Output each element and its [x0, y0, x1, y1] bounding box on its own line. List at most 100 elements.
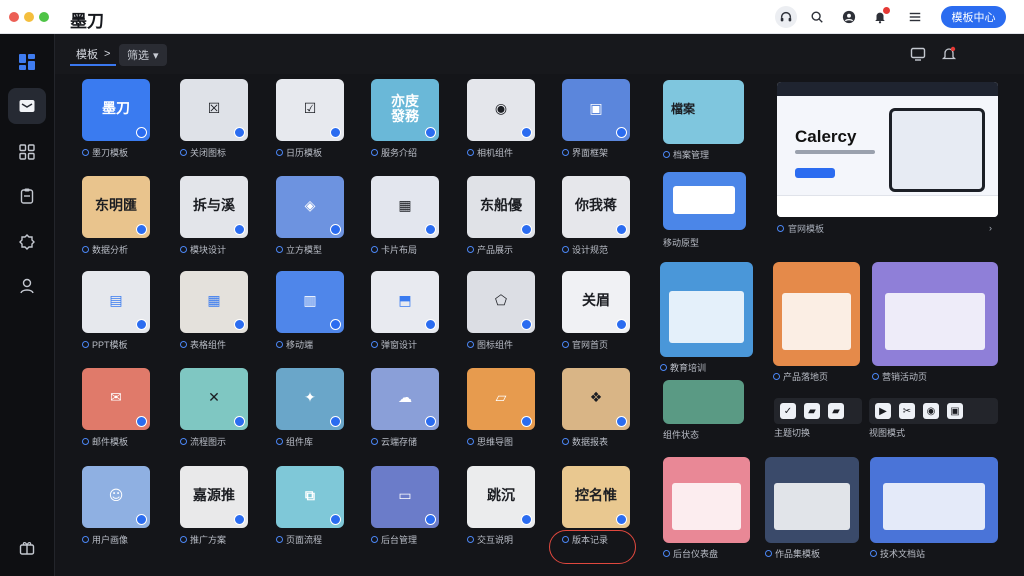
selected-indicator[interactable] — [616, 514, 627, 525]
toolbar-button[interactable]: ▰ — [828, 403, 844, 419]
template-tile[interactable]: ⬒ — [371, 271, 439, 333]
template-tile[interactable]: ▱ — [467, 368, 535, 430]
template-tile[interactable]: 亦庋 發務 — [371, 79, 439, 141]
menu-icon[interactable] — [904, 6, 926, 28]
bell-icon[interactable] — [941, 46, 957, 62]
template-preview[interactable] — [870, 457, 998, 543]
maximize-window-button[interactable] — [39, 12, 49, 22]
template-tile[interactable]: 你我蒋 — [562, 176, 630, 238]
selected-indicator[interactable] — [136, 514, 147, 525]
toolbar-button[interactable]: ◉ — [923, 403, 939, 419]
template-preview[interactable] — [773, 262, 860, 366]
template-tile[interactable]: ◉ — [467, 79, 535, 141]
template-tile[interactable]: ✉ — [82, 368, 150, 430]
headset-icon[interactable] — [775, 6, 797, 28]
toolbar-button[interactable]: ▣ — [947, 403, 963, 419]
tile-label: 表格组件 — [180, 338, 270, 351]
selected-indicator[interactable] — [425, 319, 436, 330]
message-icon[interactable] — [8, 88, 46, 124]
template-tile[interactable]: ☒ — [180, 79, 248, 141]
selected-indicator[interactable] — [425, 416, 436, 427]
template-tile[interactable]: ✦ — [276, 368, 344, 430]
toolbar-button[interactable]: ▰ — [804, 403, 820, 419]
selected-indicator[interactable] — [425, 224, 436, 235]
breadcrumb[interactable]: 模板 > — [70, 44, 117, 66]
template-tile[interactable]: ▥ — [276, 271, 344, 333]
template-tile[interactable]: ☺ — [82, 466, 150, 528]
selected-indicator[interactable] — [521, 127, 532, 138]
user-circle-icon[interactable] — [838, 6, 860, 28]
selected-indicator[interactable] — [616, 224, 627, 235]
selected-indicator[interactable] — [521, 514, 532, 525]
template-tile[interactable]: 东船優 — [467, 176, 535, 238]
gift-icon[interactable] — [8, 530, 46, 566]
template-tile[interactable]: ☑ — [276, 79, 344, 141]
template-tile[interactable]: ✕ — [180, 368, 248, 430]
template-tile[interactable]: ☁ — [371, 368, 439, 430]
template-tile[interactable]: ▤ — [82, 271, 150, 333]
search-icon[interactable] — [806, 6, 828, 28]
selected-indicator[interactable] — [521, 319, 532, 330]
template-tile[interactable]: 拆与溪 — [180, 176, 248, 238]
template-preview-hero[interactable]: Calercy — [777, 82, 998, 217]
template-preview[interactable] — [765, 457, 859, 543]
selected-indicator[interactable] — [330, 514, 341, 525]
template-tile[interactable]: 墨刀 — [82, 79, 150, 141]
selected-indicator[interactable] — [425, 127, 436, 138]
selected-indicator[interactable] — [234, 416, 245, 427]
selected-indicator[interactable] — [616, 127, 627, 138]
template-tile[interactable]: 跳沉 — [467, 466, 535, 528]
selected-indicator[interactable] — [330, 416, 341, 427]
template-preview[interactable]: 檔案 — [663, 80, 744, 144]
minimize-window-button[interactable] — [24, 12, 34, 22]
selected-indicator[interactable] — [234, 224, 245, 235]
filter-dropdown[interactable]: 筛选 ▾ — [119, 44, 167, 66]
template-tile[interactable]: ❖ — [562, 368, 630, 430]
template-center-button[interactable]: 模板中心 — [941, 6, 1006, 28]
template-tile[interactable]: 嘉源推 — [180, 466, 248, 528]
template-tile[interactable]: ▦ — [180, 271, 248, 333]
toolbar-button[interactable]: ▶ — [875, 403, 891, 419]
template-preview[interactable] — [663, 380, 744, 424]
selected-indicator[interactable] — [330, 224, 341, 235]
template-tile[interactable]: 东明匯 — [82, 176, 150, 238]
selected-indicator[interactable] — [136, 224, 147, 235]
template-tile[interactable]: 控名惟 — [562, 466, 630, 528]
template-tile[interactable]: ◈ — [276, 176, 344, 238]
template-tile[interactable]: ▭ — [371, 466, 439, 528]
selected-indicator[interactable] — [330, 319, 341, 330]
close-window-button[interactable] — [9, 12, 19, 22]
selected-indicator[interactable] — [234, 514, 245, 525]
bell-icon[interactable] — [869, 6, 891, 28]
selected-indicator[interactable] — [136, 319, 147, 330]
template-tile[interactable]: ▣ — [562, 79, 630, 141]
selected-indicator[interactable] — [136, 416, 147, 427]
grid-icon[interactable] — [8, 134, 46, 170]
puzzle-icon[interactable] — [8, 224, 46, 260]
selected-indicator[interactable] — [616, 416, 627, 427]
selected-indicator[interactable] — [425, 514, 436, 525]
dashboard-icon[interactable] — [8, 44, 46, 80]
toolbar-button[interactable]: ✂ — [899, 403, 915, 419]
selected-indicator[interactable] — [521, 416, 532, 427]
template-tile[interactable]: ⬠ — [467, 271, 535, 333]
template-tile[interactable]: ▦ — [371, 176, 439, 238]
template-preview[interactable] — [872, 262, 998, 366]
selected-indicator[interactable] — [234, 319, 245, 330]
monitor-icon[interactable] — [910, 46, 926, 62]
template-tile[interactable]: 关眉 — [562, 271, 630, 333]
template-preview[interactable] — [663, 172, 746, 230]
selected-indicator[interactable] — [136, 127, 147, 138]
selected-indicator[interactable] — [330, 127, 341, 138]
user-icon[interactable] — [8, 268, 46, 304]
toolbar-button[interactable]: ✓ — [780, 403, 796, 419]
chevron-right-icon[interactable]: › — [989, 223, 992, 233]
template-tile[interactable]: ⧉ — [276, 466, 344, 528]
template-preview[interactable] — [660, 262, 753, 357]
selected-indicator[interactable] — [616, 319, 627, 330]
selected-indicator[interactable] — [234, 127, 245, 138]
template-preview[interactable] — [663, 457, 750, 543]
clipboard-icon[interactable] — [8, 178, 46, 214]
selected-indicator[interactable] — [521, 224, 532, 235]
tile-label: 设计规范 — [562, 243, 652, 256]
